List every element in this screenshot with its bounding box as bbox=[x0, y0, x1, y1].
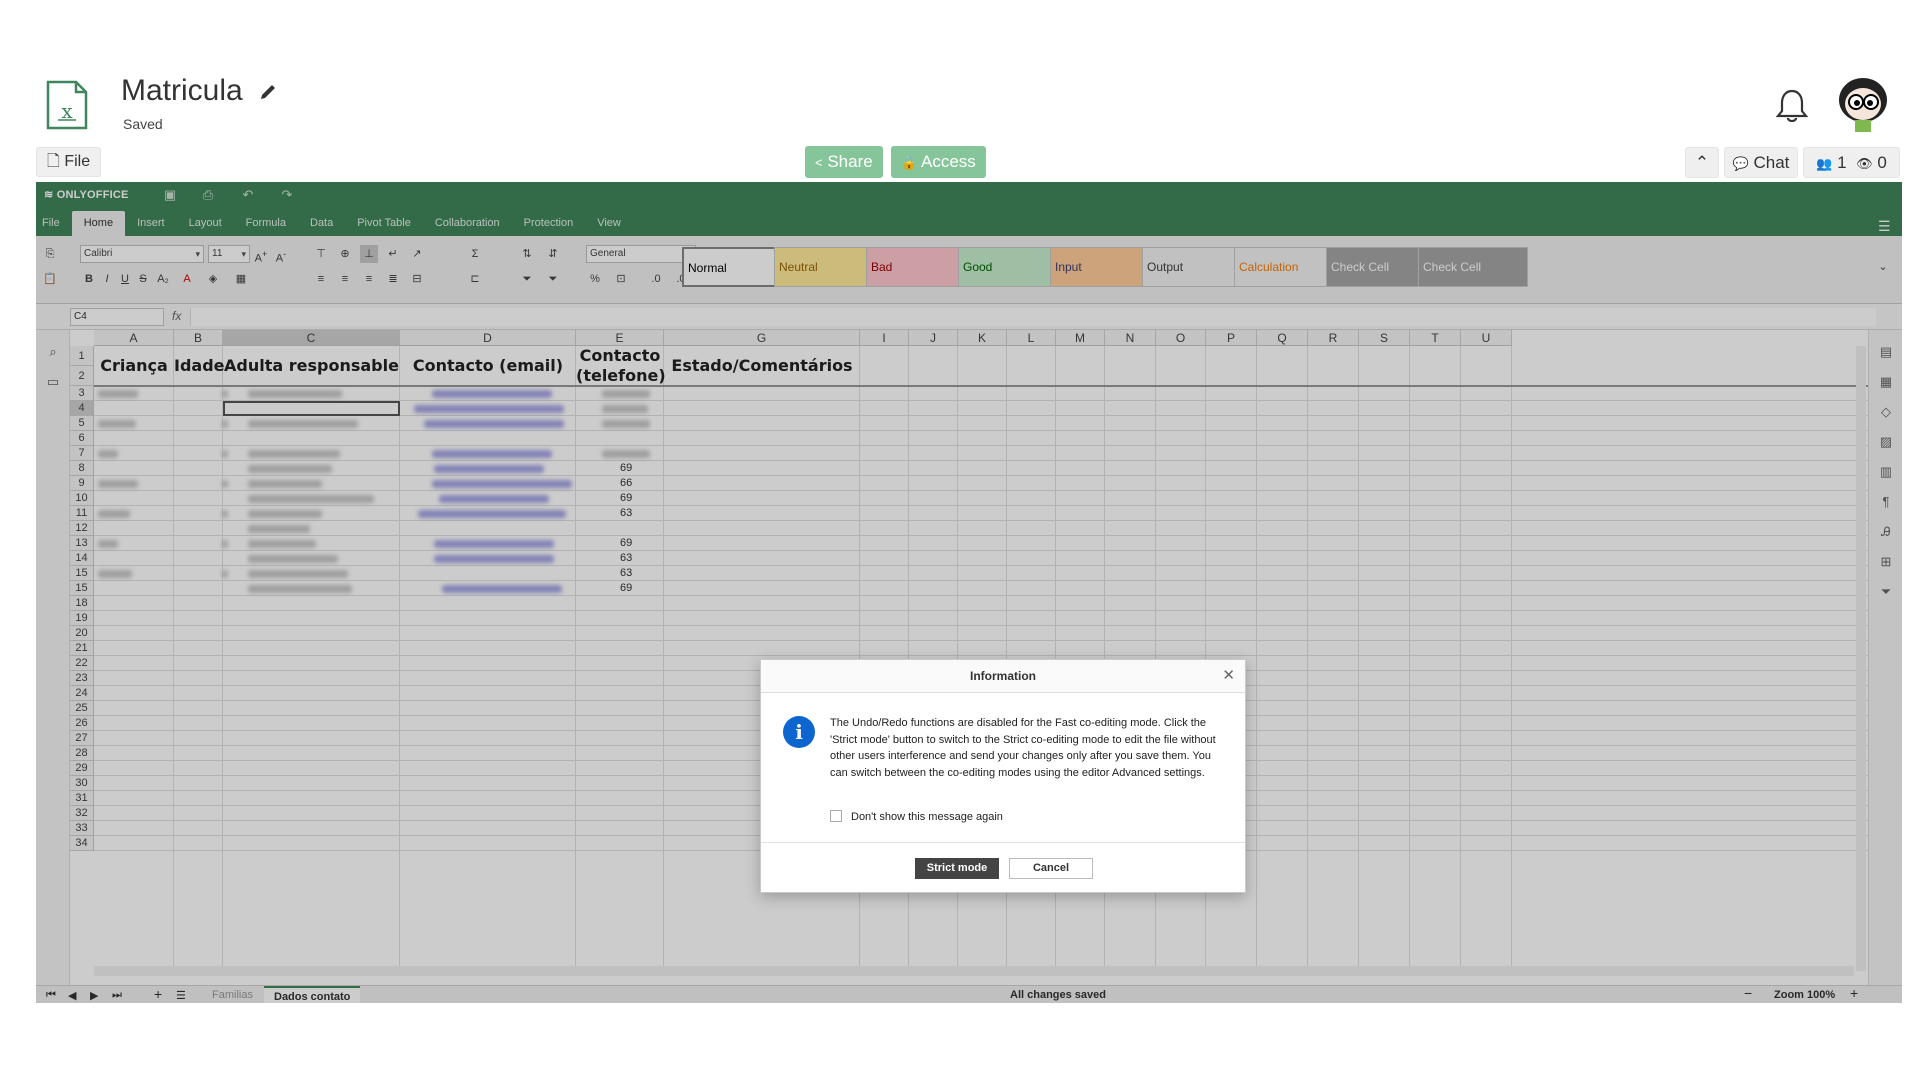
file-icon: 🗋 bbox=[47, 153, 60, 170]
info-icon: i bbox=[783, 716, 815, 748]
chat-icon: 💬 bbox=[1732, 156, 1749, 171]
information-dialog: Information ✕ i The Undo/Redo functions … bbox=[760, 659, 1246, 893]
dialog-divider bbox=[761, 842, 1245, 843]
file-menu-button[interactable]: 🗋 File bbox=[36, 147, 102, 177]
dialog-close-icon[interactable]: ✕ bbox=[1222, 668, 1235, 684]
checkbox-label: Don't show this message again bbox=[851, 811, 1003, 823]
collapse-header-button[interactable]: ⌃ bbox=[1685, 147, 1719, 178]
access-label: Access bbox=[920, 152, 976, 171]
users-icon: 👥 bbox=[1816, 156, 1833, 171]
page: x Matricula Saved 🗋 File < Share 🔒 Acces… bbox=[0, 0, 1920, 1080]
edit-title-pencil-icon[interactable] bbox=[258, 82, 278, 102]
dialog-message: The Undo/Redo functions are disabled for… bbox=[830, 717, 1216, 779]
file-menu-label: File bbox=[64, 153, 91, 170]
document-title: Matricula bbox=[121, 74, 243, 107]
participants-button[interactable]: 👥 1 👁 0 bbox=[1803, 147, 1900, 178]
share-icon: < bbox=[815, 155, 823, 170]
eye-icon: 👁 bbox=[1856, 156, 1873, 171]
user-avatar[interactable] bbox=[1833, 72, 1893, 134]
spreadsheet-file-icon: x bbox=[46, 80, 88, 130]
notifications-bell-icon[interactable] bbox=[1773, 87, 1811, 125]
chat-button[interactable]: 💬 Chat bbox=[1724, 147, 1798, 178]
dialog-title: Information bbox=[761, 660, 1245, 693]
cancel-button[interactable]: Cancel bbox=[1009, 858, 1093, 879]
users-count: 1 bbox=[1837, 153, 1847, 172]
access-button[interactable]: 🔒 Access bbox=[891, 146, 986, 178]
share-label: Share bbox=[827, 152, 873, 171]
viewers-count: 0 bbox=[1877, 153, 1887, 172]
lock-icon: 🔒 bbox=[901, 155, 918, 170]
chat-label: Chat bbox=[1753, 153, 1790, 172]
strict-mode-button[interactable]: Strict mode bbox=[915, 858, 999, 879]
spreadsheet-editor: ≋ ONLYOFFICE ▣ ⎙ ↶ ↷ File Home Insert La… bbox=[36, 182, 1902, 1003]
checkbox-box[interactable] bbox=[830, 810, 842, 822]
share-button[interactable]: < Share bbox=[805, 146, 883, 178]
dont-show-again-checkbox[interactable]: Don't show this message again bbox=[830, 810, 1003, 823]
chevron-up-icon: ⌃ bbox=[1694, 153, 1710, 172]
save-status: Saved bbox=[123, 116, 163, 132]
